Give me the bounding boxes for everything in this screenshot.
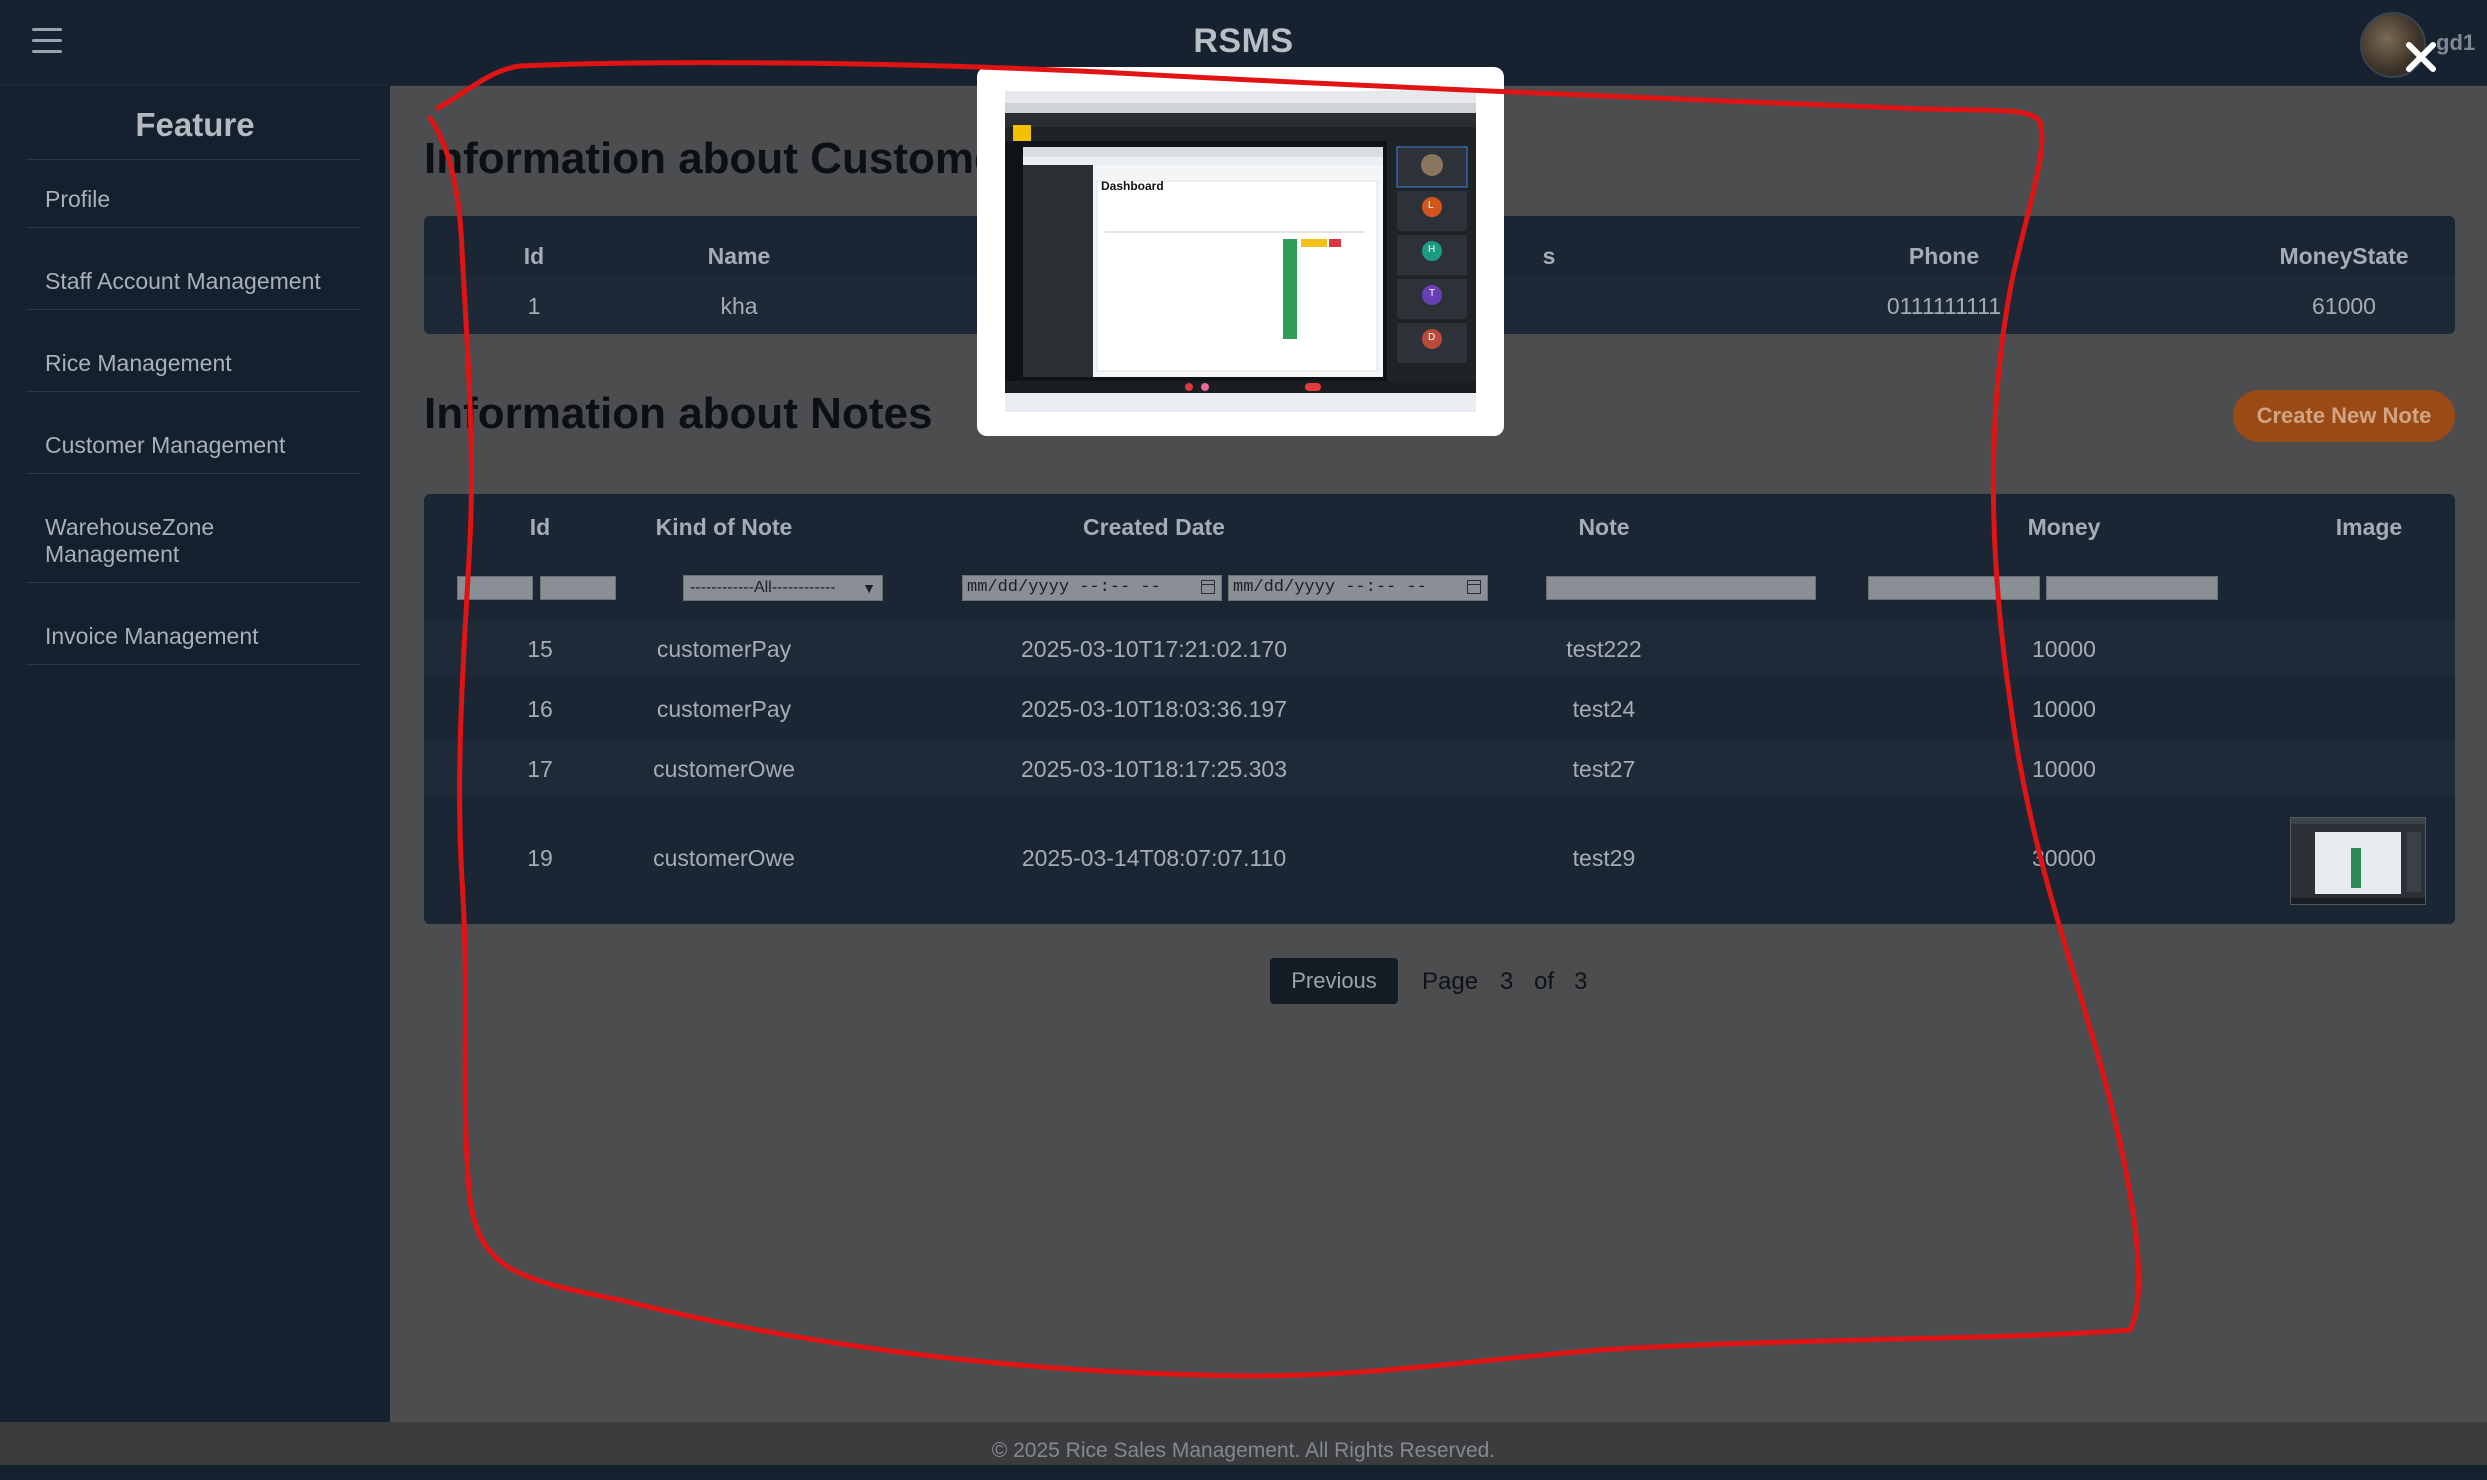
previous-page-button[interactable]: Previous — [1270, 958, 1398, 1004]
note-text: test24 — [1572, 696, 1636, 722]
sidebar-divider — [26, 227, 360, 228]
preview-initial: T — [1429, 288, 1436, 299]
notes-col-kind: Kind of Note — [655, 514, 793, 540]
filter-money-to-input[interactable] — [2046, 576, 2218, 600]
filter-id-to-input[interactable] — [540, 576, 616, 600]
close-icon[interactable] — [2400, 36, 2442, 78]
sidebar-item-profile[interactable]: Profile — [26, 186, 360, 213]
total-pages: 3 — [1574, 968, 1588, 995]
table-row[interactable]: 15 customerPay 2025-03-10T17:21:02.170 t… — [424, 618, 2455, 678]
preview-screenshot: Dashboard L H T D — [1005, 91, 1476, 412]
customer-col-moneystate: MoneyState — [2279, 243, 2409, 269]
filter-date-to-placeholder: mm/dd/yyyy --:-- -- — [1233, 578, 1427, 597]
preview-screenshot-graphic — [1005, 91, 1476, 412]
current-page: 3 — [1500, 968, 1514, 995]
note-money: 10000 — [2032, 636, 2096, 662]
footer: © 2025 Rice Sales Management. All Rights… — [0, 1422, 2487, 1465]
customer-col-phone: Phone — [1908, 243, 1980, 269]
filter-id-from-input[interactable] — [457, 576, 533, 600]
sidebar-item-customer-management[interactable]: Customer Management — [26, 432, 360, 459]
note-money: 30000 — [2032, 845, 2096, 871]
page-label: Page — [1422, 968, 1479, 995]
note-created-date: 2025-03-10T18:03:36.197 — [1021, 696, 1287, 722]
sidebar-item-warehousezone-management[interactable]: WarehouseZone Management — [26, 514, 360, 568]
filter-money-from-input[interactable] — [1868, 576, 2040, 600]
notes-section-title: Information about Notes — [424, 389, 933, 438]
preview-initial: L — [1428, 200, 1434, 211]
sidebar-divider — [26, 582, 360, 583]
note-id: 19 — [527, 845, 553, 871]
calendar-icon[interactable] — [1467, 580, 1481, 594]
note-kind: customerPay — [656, 636, 792, 662]
chevron-down-icon: ▼ — [862, 580, 876, 596]
customer-section-title: Information about Customer — [424, 134, 1016, 183]
note-created-date: 2025-03-14T08:07:07.110 — [1021, 845, 1287, 871]
sidebar: Feature Profile Staff Account Management… — [0, 86, 390, 1422]
note-text: test29 — [1572, 845, 1636, 871]
notes-col-money: Money — [2027, 514, 2101, 540]
note-id: 17 — [527, 756, 553, 782]
preview-dashboard-heading: Dashboard — [1101, 179, 1164, 193]
notes-table: Id Kind of Note Created Date Note Money … — [424, 494, 2455, 924]
note-text: test222 — [1566, 636, 1642, 662]
note-kind: customerOwe — [653, 845, 795, 871]
note-image-thumbnail[interactable] — [2290, 817, 2426, 905]
note-kind: customerPay — [656, 696, 792, 722]
footer-text: © 2025 Rice Sales Management. All Rights… — [991, 1439, 1496, 1462]
calendar-icon[interactable] — [1201, 580, 1215, 594]
notes-col-id: Id — [529, 514, 551, 540]
preview-initial: H — [1428, 244, 1436, 255]
notes-col-created-date: Created Date — [1083, 514, 1225, 540]
note-id: 16 — [527, 696, 553, 722]
customer-phone: 0111111111 — [1886, 293, 2002, 319]
note-text: test27 — [1572, 756, 1636, 782]
sidebar-item-rice-management[interactable]: Rice Management — [26, 350, 360, 377]
sidebar-divider — [26, 391, 360, 392]
note-money: 10000 — [2032, 696, 2096, 722]
filter-kind-select-value: ------------All------------ — [690, 579, 836, 596]
customer-col-name: Name — [707, 243, 771, 269]
thumbnail-preview-graphic — [2291, 818, 2425, 904]
of-label: of — [1534, 968, 1555, 995]
preview-initial: D — [1428, 332, 1436, 343]
customer-col-hidden: s — [1542, 243, 1556, 269]
sidebar-divider — [26, 664, 360, 665]
customer-name: kha — [720, 293, 758, 319]
table-row[interactable]: 19 customerOwe 2025-03-14T08:07:07.110 t… — [424, 798, 2455, 924]
note-id: 15 — [527, 636, 553, 662]
create-new-note-button[interactable]: Create New Note — [2233, 390, 2455, 442]
sidebar-heading: Feature — [135, 106, 255, 143]
sidebar-divider — [26, 309, 360, 310]
customer-col-id: Id — [523, 243, 545, 269]
sidebar-item-staff-account-management[interactable]: Staff Account Management — [26, 268, 360, 295]
app-title: RSMS — [1193, 22, 1294, 60]
table-row[interactable]: 16 customerPay 2025-03-10T18:03:36.197 t… — [424, 678, 2455, 738]
note-created-date: 2025-03-10T18:17:25.303 — [1021, 756, 1287, 782]
note-money: 10000 — [2032, 756, 2096, 782]
filter-kind-select[interactable]: ------------All------------ ▼ — [683, 575, 883, 601]
sidebar-item-invoice-management[interactable]: Invoice Management — [26, 623, 360, 650]
image-preview-modal: Dashboard L H T D — [977, 67, 1504, 436]
filter-date-from-input[interactable]: mm/dd/yyyy --:-- -- — [962, 575, 1222, 601]
sidebar-divider — [26, 159, 360, 160]
customer-moneystate: 61000 — [2312, 293, 2376, 319]
filter-note-input[interactable] — [1546, 576, 1816, 600]
sidebar-divider — [26, 473, 360, 474]
note-kind: customerOwe — [653, 756, 795, 782]
note-created-date: 2025-03-10T17:21:02.170 — [1021, 636, 1287, 662]
notes-col-note: Note — [1578, 514, 1630, 540]
table-row[interactable]: 17 customerOwe 2025-03-10T18:17:25.303 t… — [424, 738, 2455, 798]
filter-date-from-placeholder: mm/dd/yyyy --:-- -- — [967, 578, 1161, 597]
notes-col-image: Image — [2335, 514, 2403, 540]
filter-date-to-input[interactable]: mm/dd/yyyy --:-- -- — [1228, 575, 1488, 601]
customer-id: 1 — [527, 293, 541, 319]
